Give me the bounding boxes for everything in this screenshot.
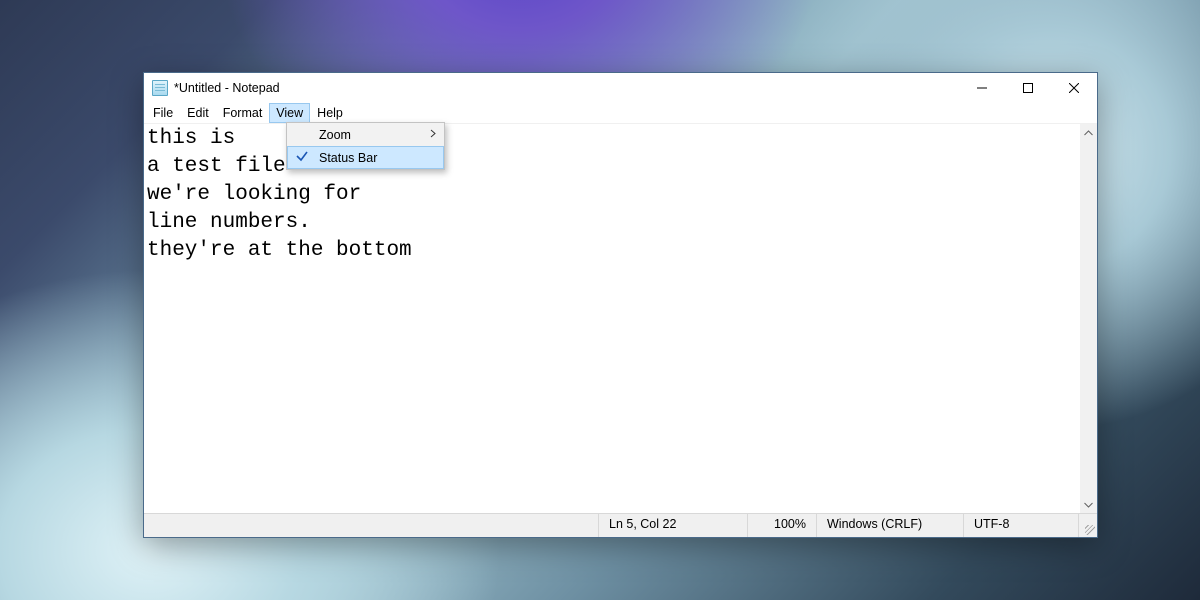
status-line-ending: Windows (CRLF) — [816, 514, 963, 537]
notepad-window: *Untitled - Notepad File Edit Format Vie… — [143, 72, 1098, 538]
view-statusbar-label: Status Bar — [319, 151, 377, 165]
minimize-icon — [977, 83, 987, 93]
view-statusbar-item[interactable]: Status Bar — [287, 146, 444, 169]
maximize-icon — [1023, 83, 1033, 93]
menu-help-label: Help — [317, 106, 343, 120]
submenu-arrow-icon — [430, 129, 436, 141]
menu-format-label: Format — [223, 106, 263, 120]
title-bar[interactable]: *Untitled - Notepad — [144, 73, 1097, 103]
menu-view-label: View — [276, 106, 303, 120]
close-button[interactable] — [1051, 73, 1097, 103]
menu-help[interactable]: Help — [310, 103, 350, 123]
close-icon — [1069, 83, 1079, 93]
scroll-up-icon[interactable] — [1080, 124, 1097, 141]
text-editor[interactable]: this is a test file we're looking for li… — [144, 124, 1080, 513]
editor-area: this is a test file we're looking for li… — [144, 123, 1097, 513]
menu-file[interactable]: File — [146, 103, 180, 123]
view-zoom-item[interactable]: Zoom — [287, 123, 444, 146]
minimize-button[interactable] — [959, 73, 1005, 103]
menu-edit[interactable]: Edit — [180, 103, 216, 123]
status-bar: Ln 5, Col 22 100% Windows (CRLF) UTF-8 — [144, 513, 1097, 537]
desktop-background: *Untitled - Notepad File Edit Format Vie… — [0, 0, 1200, 600]
vertical-scrollbar[interactable] — [1080, 124, 1097, 513]
status-position: Ln 5, Col 22 — [598, 514, 747, 537]
maximize-button[interactable] — [1005, 73, 1051, 103]
status-encoding: UTF-8 — [963, 514, 1078, 537]
menu-edit-label: Edit — [187, 106, 209, 120]
scroll-down-icon[interactable] — [1080, 496, 1097, 513]
menu-format[interactable]: Format — [216, 103, 270, 123]
view-zoom-label: Zoom — [319, 128, 351, 142]
notepad-app-icon — [152, 80, 168, 96]
menu-bar: File Edit Format View Help Zoom Status B… — [144, 103, 1097, 123]
status-zoom: 100% — [747, 514, 816, 537]
resize-grip-icon[interactable] — [1078, 514, 1097, 537]
checkmark-icon — [295, 149, 311, 165]
window-title: *Untitled - Notepad — [174, 81, 280, 95]
view-dropdown: Zoom Status Bar — [286, 122, 445, 170]
menu-file-label: File — [153, 106, 173, 120]
menu-view[interactable]: View — [269, 103, 310, 123]
